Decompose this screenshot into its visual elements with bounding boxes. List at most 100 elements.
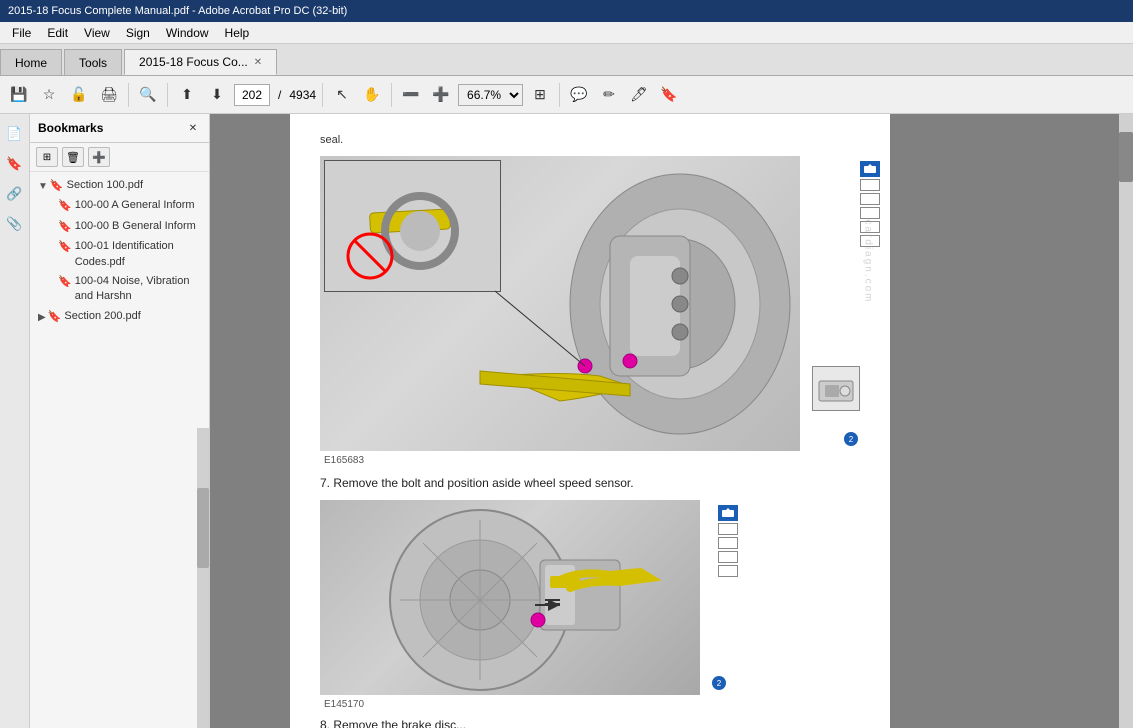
menu-edit[interactable]: Edit <box>39 24 76 42</box>
bookmarks-tree: ▼ 🔖 Section 100.pdf 🔖 100-00 A General I… <box>30 172 209 728</box>
camera-icon-1 <box>860 161 880 177</box>
bookmark-100-00a[interactable]: 🔖 100-00 A General Inform <box>30 196 209 216</box>
tab-document-label: 2015-18 Focus Co... <box>139 55 248 69</box>
fit-button[interactable]: ⊞ <box>527 82 553 108</box>
circle-badge-2: 2 <box>712 676 726 690</box>
zoom-select[interactable]: 50% 66.7% 75% 100% 125% 150% 200% <box>458 84 523 106</box>
bookmarks-close-button[interactable]: ✕ <box>185 120 201 136</box>
callout-svg <box>817 371 855 406</box>
bookmark-icon-section100: 🔖 <box>50 179 64 194</box>
sep3 <box>322 83 323 107</box>
page-sep: / <box>274 88 285 102</box>
tab-home[interactable]: Home <box>0 49 62 75</box>
pdf-scrollbar[interactable] <box>1119 114 1133 728</box>
step7-text: 7. Remove the bolt and position aside wh… <box>320 476 860 490</box>
tab-tools[interactable]: Tools <box>64 49 122 75</box>
right-annotation-strip2 <box>718 505 738 577</box>
print-button[interactable]: 🖨 <box>96 82 122 108</box>
expand-icon-section200: ▶ <box>38 311 46 325</box>
bookmarks-delete-btn[interactable]: 🗑 <box>62 147 84 167</box>
menu-file[interactable]: File <box>4 24 39 42</box>
sep2 <box>167 83 168 107</box>
menu-sign[interactable]: Sign <box>118 24 158 42</box>
strip-cell-1 <box>860 179 880 191</box>
toolbar: 💾 ☆ 🔓 🖨 🔍 ⬆ ⬇ 202 / 4934 ↖ ✋ ➖ ➕ 50% 66.… <box>0 76 1133 114</box>
bookmark-label-section100: Section 100.pdf <box>67 178 143 193</box>
bookmark-label-100-04: 100-04 Noise, Vibration and Harshn <box>75 274 205 305</box>
zoom-in-btn[interactable]: ➕ <box>428 82 454 108</box>
step8-text: 8. Remove the brake disc... <box>320 718 860 728</box>
bookmark-icon-100-00a: 🔖 <box>58 199 72 214</box>
bookmarks-toolbar: ⊞ 🗑 ➕ <box>30 143 209 172</box>
strip2-cell-3 <box>718 551 738 563</box>
open-button[interactable]: 🔓 <box>66 82 92 108</box>
strip2-cell-4 <box>718 565 738 577</box>
bookmarks-expand-btn[interactable]: ⊞ <box>36 147 58 167</box>
figure2-caption: E145170 <box>320 699 860 710</box>
bookmark-section200[interactable]: ▶ 🔖 Section 200.pdf <box>30 307 209 327</box>
zoom-out-btn2[interactable]: ➖ <box>398 82 424 108</box>
sep5 <box>559 83 560 107</box>
next-page-button[interactable]: ⬇ <box>204 82 230 108</box>
prev-page-button[interactable]: ⬆ <box>174 82 200 108</box>
tab-close-button[interactable]: ✕ <box>254 57 262 68</box>
highlight-button[interactable]: 🖊 <box>626 82 652 108</box>
bookmark-icon-100-04: 🔖 <box>58 275 72 290</box>
bookmark-icon-100-00b: 🔖 <box>58 220 72 235</box>
zoom-out-button[interactable]: 🔍 <box>135 82 161 108</box>
attachments-icon-button[interactable]: 📎 <box>3 212 27 236</box>
bookmark-label-section200: Section 200.pdf <box>64 309 140 324</box>
bookmark-100-01[interactable]: 🔖 100-01 Identification Codes.pdf <box>30 237 209 272</box>
links-icon-button[interactable]: 🔗 <box>3 182 27 206</box>
pdf-prev-text: seal. <box>320 134 860 146</box>
title-bar: 2015-18 Focus Complete Manual.pdf - Adob… <box>0 0 1133 22</box>
page-number-input[interactable]: 202 <box>234 84 270 106</box>
hand-tool-button[interactable]: ✋ <box>359 82 385 108</box>
bookmarks-icon-button[interactable]: 🔖 <box>3 152 27 176</box>
tab-document[interactable]: 2015-18 Focus Co... ✕ <box>124 49 277 75</box>
pages-icon-button[interactable]: 📄 <box>3 122 27 146</box>
menu-bar: File Edit View Sign Window Help <box>0 22 1133 44</box>
strip2-cell-1 <box>718 523 738 535</box>
bookmark-label-100-01: 100-01 Identification Codes.pdf <box>75 239 205 270</box>
bookmark-100-04[interactable]: 🔖 100-04 Noise, Vibration and Harshn <box>30 272 209 307</box>
select-tool-button[interactable]: ↖ <box>329 82 355 108</box>
pen-button[interactable]: ✏ <box>596 82 622 108</box>
bookmarks-scrollbar-thumb[interactable] <box>197 488 209 568</box>
strip-cell-2 <box>860 193 880 205</box>
figure2-svg <box>320 500 700 695</box>
bookmark-add-button[interactable]: ☆ <box>36 82 62 108</box>
tab-tools-label: Tools <box>79 56 107 70</box>
bookmarks-header: Bookmarks ✕ <box>30 114 209 143</box>
bookmark-label-100-00b: 100-00 B General Inform <box>75 219 196 234</box>
figure2-container: 2 <box>320 500 700 695</box>
strip-cell-3 <box>860 207 880 219</box>
scroll-thumb[interactable] <box>1119 132 1133 182</box>
menu-view[interactable]: View <box>76 24 118 42</box>
stamp-button[interactable]: 🔖 <box>656 82 682 108</box>
menu-window[interactable]: Window <box>158 24 217 42</box>
scroll-up-btn[interactable] <box>1119 114 1133 122</box>
main-area: 📄 🔖 🔗 📎 Bookmarks ✕ ⊞ 🗑 ➕ ▼ 🔖 Section 10… <box>0 114 1133 728</box>
strip2-cell-2 <box>718 537 738 549</box>
bookmark-icon-100-01: 🔖 <box>58 240 72 255</box>
bookmarks-panel: Bookmarks ✕ ⊞ 🗑 ➕ ▼ 🔖 Section 100.pdf 🔖 … <box>30 114 210 728</box>
watermark: cardiagn.com <box>862 219 873 303</box>
figure1-caption: E165683 <box>320 455 860 466</box>
bookmark-section100[interactable]: ▼ 🔖 Section 100.pdf <box>30 176 209 196</box>
save-button[interactable]: 💾 <box>6 82 32 108</box>
circle-badge-1: 2 <box>844 432 858 446</box>
pdf-page: seal. <box>290 114 890 728</box>
bookmarks-add-btn[interactable]: ➕ <box>88 147 110 167</box>
pdf-area[interactable]: seal. <box>210 114 1133 728</box>
expand-icon-section100: ▼ <box>38 180 48 194</box>
comment-button[interactable]: 💬 <box>566 82 592 108</box>
bookmark-label-100-00a: 100-00 A General Inform <box>75 198 195 213</box>
camera-icon-2 <box>718 505 738 521</box>
bookmark-100-00b[interactable]: 🔖 100-00 B General Inform <box>30 217 209 237</box>
menu-help[interactable]: Help <box>217 24 258 42</box>
page-total: 4934 <box>289 88 316 102</box>
sidebar-icons: 📄 🔖 🔗 📎 <box>0 114 30 728</box>
tab-bar: Home Tools 2015-18 Focus Co... ✕ <box>0 44 1133 76</box>
sep1 <box>128 83 129 107</box>
